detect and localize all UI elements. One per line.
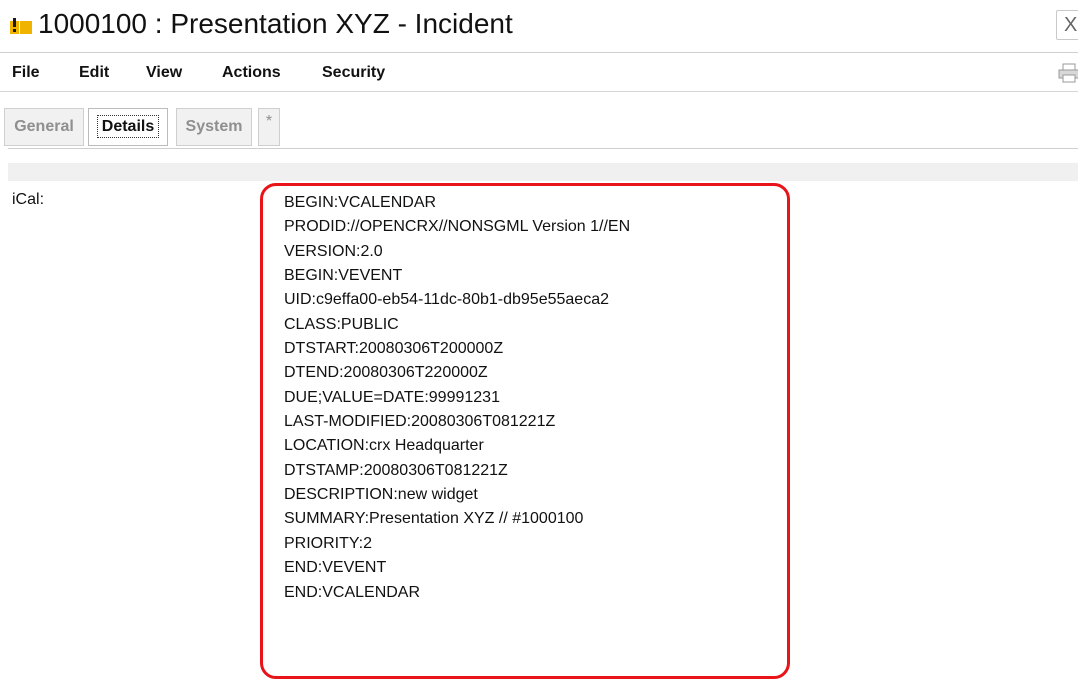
ical-line: PRODID://OPENCRX//NONSGML Version 1//EN <box>284 218 631 236</box>
ical-line: DTSTART:20080306T200000Z <box>284 340 504 358</box>
section-header-strip <box>8 163 1078 181</box>
tab-details[interactable]: Details <box>88 108 168 146</box>
ical-line: LAST-MODIFIED:20080306T081221Z <box>284 413 556 431</box>
ical-line: DESCRIPTION:new widget <box>284 486 478 504</box>
details-panel: iCal: BEGIN:VCALENDAR PRODID://OPENCRX//N… <box>8 148 1078 679</box>
ical-value: BEGIN:VCALENDAR PRODID://OPENCRX//NONSGML… <box>284 191 630 605</box>
incident-alert-icon <box>10 18 32 34</box>
ical-line: DTSTAMP:20080306T081221Z <box>284 461 508 479</box>
ical-line: LOCATION:crx Headquarter <box>284 437 484 455</box>
menu-view[interactable]: View <box>146 64 182 82</box>
ical-line: END:VEVENT <box>284 559 387 577</box>
menu-security[interactable]: Security <box>322 64 385 82</box>
ical-line: DUE;VALUE=DATE:99991231 <box>284 388 500 406</box>
ical-line: DTEND:20080306T220000Z <box>284 364 488 382</box>
tab-details-label: Details <box>96 115 160 138</box>
ical-line: END:VCALENDAR <box>284 583 421 601</box>
tab-general[interactable]: General <box>4 108 84 146</box>
title-bar: 1000100 : Presentation XYZ - Incident X <box>0 0 1078 53</box>
ical-line: BEGIN:VEVENT <box>284 267 403 285</box>
menu-file[interactable]: File <box>12 64 40 82</box>
ical-line: BEGIN:VCALENDAR <box>284 194 437 211</box>
tab-more[interactable]: * <box>258 108 280 146</box>
close-button[interactable]: X <box>1056 10 1078 40</box>
print-icon[interactable] <box>1058 63 1078 83</box>
menu-edit[interactable]: Edit <box>79 64 109 82</box>
ical-field-label: iCal: <box>12 191 45 208</box>
ical-line: UID:c9effa00-eb54-11dc-80b1-db95e55aeca2 <box>284 291 609 309</box>
tab-bar: General Details System * <box>0 108 1078 150</box>
ical-line: PRIORITY:2 <box>284 534 373 552</box>
tab-more-label: * <box>265 113 273 130</box>
ical-line: SUMMARY:Presentation XYZ // #1000100 <box>284 510 584 528</box>
ical-line: VERSION:2.0 <box>284 242 383 260</box>
tab-system[interactable]: System <box>176 108 252 146</box>
menu-bar: File Edit View Actions Security <box>0 53 1078 92</box>
tab-system-label: System <box>185 118 243 135</box>
window-title: 1000100 : Presentation XYZ - Incident <box>38 8 513 39</box>
ical-line: CLASS:PUBLIC <box>284 315 399 333</box>
menu-actions[interactable]: Actions <box>222 64 281 82</box>
tab-general-label: General <box>14 118 74 135</box>
